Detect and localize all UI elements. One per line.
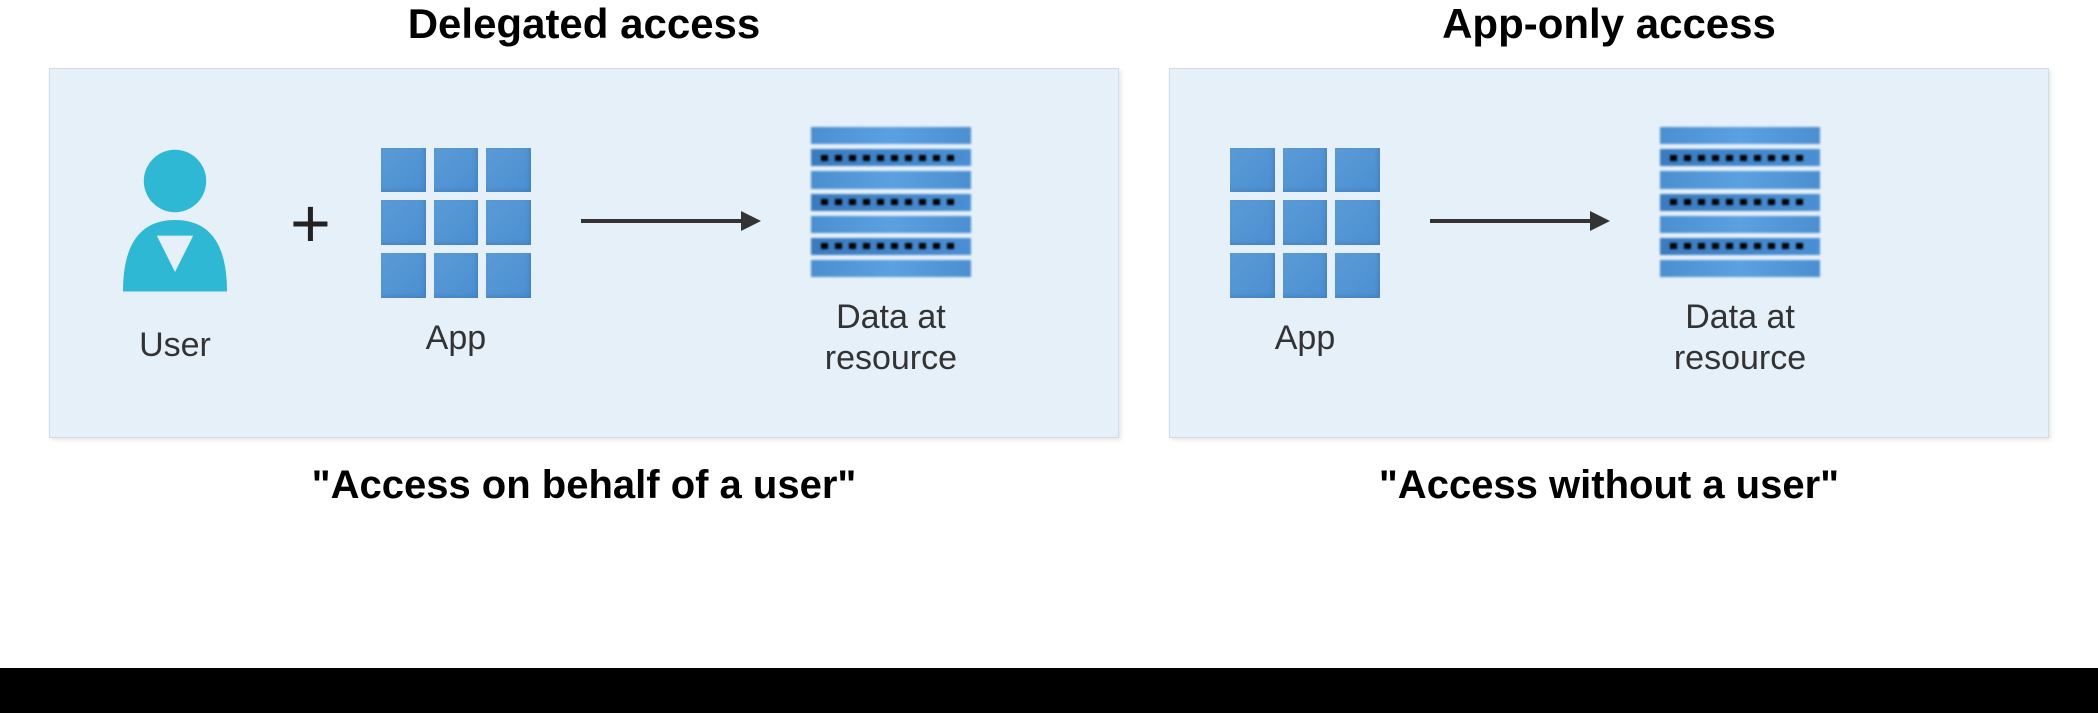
- delegated-access-panel: Delegated access User +: [49, 0, 1119, 508]
- app-item-left: App: [381, 148, 531, 359]
- arrow-right-icon: [1430, 206, 1610, 241]
- delegated-subtitle: "Access on behalf of a user": [312, 463, 857, 508]
- data-label-left: Data at resource: [825, 297, 957, 379]
- app-grid-icon: [1230, 148, 1380, 298]
- user-item: User: [110, 140, 240, 366]
- app-only-box: App: [1169, 68, 2049, 438]
- app-only-title: App-only access: [1442, 0, 1776, 48]
- delegated-box: User + App: [49, 68, 1119, 438]
- arrow-left: [581, 206, 761, 241]
- app-only-access-panel: App-only access App: [1169, 0, 2049, 508]
- app-label-right: App: [1275, 318, 1336, 359]
- user-label: User: [139, 325, 211, 366]
- app-grid-icon: [381, 148, 531, 298]
- data-resource-icon: [1660, 127, 1820, 277]
- delegated-title: Delegated access: [408, 0, 761, 48]
- arrow-right-panel: [1430, 206, 1610, 241]
- data-item-left: Data at resource: [811, 127, 971, 379]
- diagram-container: Delegated access User +: [0, 0, 2098, 508]
- app-only-subtitle: "Access without a user": [1379, 463, 1839, 508]
- app-item-right: App: [1230, 148, 1380, 359]
- user-icon: [110, 140, 240, 305]
- arrow-right-icon: [581, 206, 761, 241]
- data-resource-icon: [811, 127, 971, 277]
- data-item-right: Data at resource: [1660, 127, 1820, 379]
- data-label-right: Data at resource: [1674, 297, 1806, 379]
- bottom-bar: [0, 668, 2098, 713]
- app-label-left: App: [426, 318, 487, 359]
- plus-icon: +: [290, 188, 331, 258]
